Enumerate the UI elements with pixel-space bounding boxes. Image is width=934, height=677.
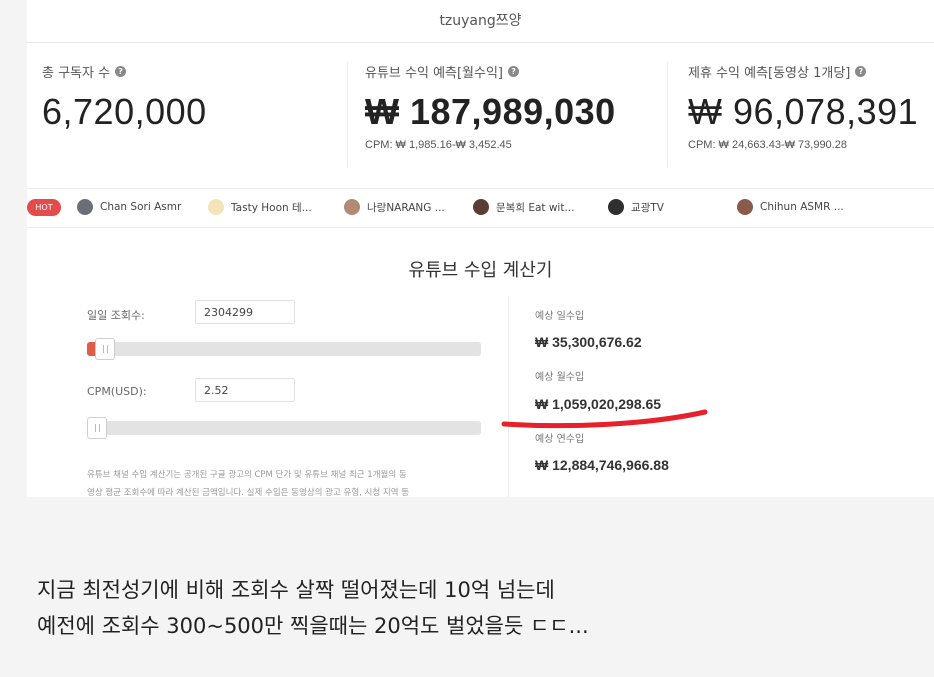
caption-line: 예전에 조회수 300~500만 찍을때는 20억도 벌었을듯 ㄷㄷ... [37,614,589,638]
screenshot-panel: tzuyang쯔양 총 구독자 수? 6,720,000 유튜브 수익 예측[월… [27,0,934,497]
post-caption: 지금 최전성기에 비해 조회수 살짝 떨어졌는데 10억 넘는데 예전에 조회수… [37,572,589,644]
caption-line: 지금 최전성기에 비해 조회수 살짝 떨어졌는데 10억 넘는데 [37,578,555,602]
highlight-stroke [501,409,708,429]
red-underline-highlight [501,409,708,429]
